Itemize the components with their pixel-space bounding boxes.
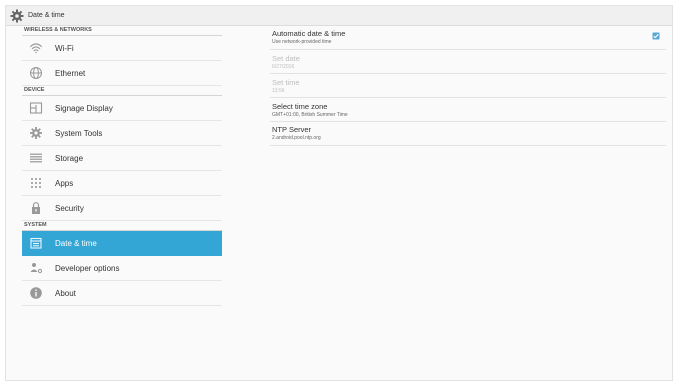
globe-icon bbox=[29, 66, 43, 80]
sidebar-item-security[interactable]: Security bbox=[22, 196, 222, 221]
sidebar-item-label: About bbox=[55, 288, 76, 298]
sidebar-item-date-time[interactable]: Date & time bbox=[22, 231, 222, 256]
sidebar-item-label: Signage Display bbox=[55, 103, 113, 113]
pref-summary: GMT+01:00, British Summer Time bbox=[272, 112, 348, 118]
title-bar: Date & time bbox=[6, 6, 672, 26]
sidebar-item-label: Apps bbox=[55, 178, 74, 188]
section-header-wireless: WIRELESS & NETWORKS bbox=[22, 26, 222, 36]
sidebar-item-label: Storage bbox=[55, 153, 84, 163]
sidebar-item-storage[interactable]: Storage bbox=[22, 146, 222, 171]
window-title: Date & time bbox=[28, 12, 65, 19]
sidebar-item-label: Security bbox=[55, 203, 84, 213]
section-header-device: DEVICE bbox=[22, 86, 222, 96]
info-icon bbox=[29, 286, 43, 300]
pref-summary: 6/27/2016 bbox=[272, 64, 295, 70]
sidebar-item-label: Date & time bbox=[55, 238, 97, 248]
gear-icon bbox=[9, 8, 25, 24]
sidebar-item-system-tools[interactable]: System Tools bbox=[22, 121, 222, 146]
pref-title: NTP Server bbox=[272, 125, 312, 134]
pref-ntp-server[interactable]: NTP Server 2.android.pool.ntp.org bbox=[270, 122, 666, 146]
sidebar-item-wifi[interactable]: Wi-Fi bbox=[22, 36, 222, 61]
pref-title: Set date bbox=[272, 54, 300, 63]
sidebar-item-apps[interactable]: Apps bbox=[22, 171, 222, 196]
calendar-icon bbox=[29, 236, 43, 250]
sidebar-item-ethernet[interactable]: Ethernet bbox=[22, 61, 222, 86]
pref-automatic-date-time[interactable]: Automatic date & time Use network-provid… bbox=[270, 26, 666, 50]
sidebar-item-label: System Tools bbox=[55, 128, 103, 138]
settings-window: Date & time WIRELESS & NETWORKS Wi-Fi Et… bbox=[5, 5, 673, 381]
storage-icon bbox=[29, 151, 43, 165]
pref-title: Automatic date & time bbox=[272, 29, 346, 38]
checkbox-checked-icon[interactable] bbox=[652, 32, 660, 40]
developer-icon bbox=[29, 261, 43, 275]
sidebar-item-about[interactable]: About bbox=[22, 281, 222, 306]
wifi-icon bbox=[29, 41, 43, 55]
pref-select-time-zone[interactable]: Select time zone GMT+01:00, British Summ… bbox=[270, 98, 666, 122]
pref-title: Select time zone bbox=[272, 102, 328, 111]
sidebar-item-label: Ethernet bbox=[55, 68, 86, 78]
settings-sidebar: WIRELESS & NETWORKS Wi-Fi Ethernet DEVIC… bbox=[22, 26, 222, 306]
apps-grid-icon bbox=[29, 176, 43, 190]
lock-icon bbox=[29, 201, 43, 215]
section-header-system: SYSTEM bbox=[22, 221, 222, 231]
pref-title: Set time bbox=[272, 78, 300, 87]
pref-summary: Use network-provided time bbox=[272, 39, 332, 45]
sidebar-item-developer-options[interactable]: Developer options bbox=[22, 256, 222, 281]
sidebar-item-signage-display[interactable]: Signage Display bbox=[22, 96, 222, 121]
pref-summary: 13:56 bbox=[272, 88, 285, 94]
pref-set-date: Set date 6/27/2016 bbox=[270, 50, 666, 74]
date-time-settings-list: Automatic date & time Use network-provid… bbox=[270, 26, 666, 146]
pref-set-time: Set time 13:56 bbox=[270, 74, 666, 98]
gear-icon bbox=[29, 126, 43, 140]
sidebar-item-label: Wi-Fi bbox=[55, 43, 74, 53]
pref-summary: 2.android.pool.ntp.org bbox=[272, 135, 321, 141]
display-icon bbox=[29, 101, 43, 115]
sidebar-item-label: Developer options bbox=[55, 263, 120, 273]
